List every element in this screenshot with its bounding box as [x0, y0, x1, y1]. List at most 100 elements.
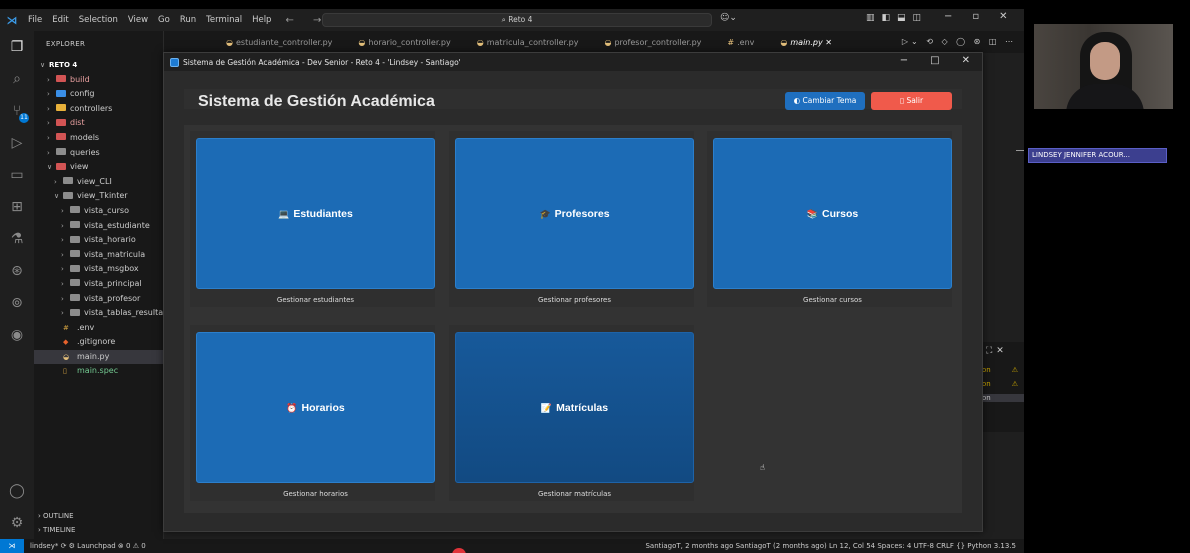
extensions-icon[interactable]: ⊞ [7, 197, 27, 217]
account-icon[interactable]: ◯ [7, 481, 27, 501]
module-icon: 💻 [278, 209, 290, 219]
menu-item-run[interactable]: Run [180, 15, 196, 25]
problem-row[interactable]: on [980, 394, 1024, 402]
module-button-label: Estudiantes [293, 208, 353, 220]
remote-indicator-icon[interactable]: ⋊ [0, 539, 24, 553]
layout-left-icon[interactable]: ◧ [882, 13, 891, 23]
tree-item[interactable]: ∨ view_Tkinter [34, 189, 163, 204]
menu-item-view[interactable]: View [128, 15, 148, 25]
menu-bar: File Edit Selection View Go Run Terminal Help [28, 15, 271, 25]
module-button[interactable]: ⏰ Horarios [196, 332, 435, 483]
restore-icon[interactable]: ▫ [972, 11, 979, 22]
tree-item[interactable]: › view_CLI [34, 175, 163, 190]
tree-item[interactable]: › dist [34, 116, 163, 131]
menu-item-file[interactable]: File [28, 15, 42, 25]
editor-tab[interactable]: ◒ profesor_controller.py [604, 38, 701, 47]
outline-label: OUTLINE [43, 512, 74, 520]
menu-item-go[interactable]: Go [158, 15, 170, 25]
tree-item-label: vista_profesor [84, 293, 141, 303]
menu-item-edit[interactable]: Edit [52, 15, 68, 25]
exit-button[interactable]: ▯ Salir [871, 92, 952, 110]
outline-section[interactable]: › OUTLINE [34, 512, 163, 520]
remote-explorer-icon[interactable]: ▭ [7, 165, 27, 185]
layout-sidebar-icon[interactable]: ▥ [866, 13, 875, 23]
problem-row[interactable]: on ⚠ [980, 380, 1024, 388]
tree-item[interactable]: › build [34, 73, 163, 88]
tree-item[interactable]: › vista_curso [34, 204, 163, 219]
problem-row[interactable]: on ⚠ [980, 366, 1024, 374]
screen: ⋊ File Edit Selection View Go Run Terminal Help… [0, 0, 1190, 553]
tree-item[interactable]: › vista_matricula [34, 248, 163, 263]
timeline-section[interactable]: › TIMELINE [34, 526, 163, 534]
chevron-right-icon: › [61, 206, 64, 215]
tree-item[interactable]: › models [34, 131, 163, 146]
python-file-icon: ◒ [226, 37, 233, 47]
module-description: Gestionar cursos [803, 296, 862, 304]
tree-item[interactable]: ◒ main.py [34, 349, 163, 365]
module-button-label: Matrículas [556, 402, 609, 414]
tree-item-label: build [70, 74, 90, 84]
settings-gear-icon[interactable]: ⚙ [7, 513, 27, 533]
status-left[interactable]: lindsey* ⟳ ⚙ Launchpad ⊗ 0 ⚠ 0 [30, 539, 146, 553]
layout-right-icon[interactable]: ◫ [913, 13, 922, 23]
module-button[interactable]: 💻 Estudiantes [196, 138, 435, 289]
editor-tab[interactable]: # .env [727, 38, 754, 47]
tree-item[interactable]: ◆ .gitignore [34, 335, 163, 350]
layout-panel-icon[interactable]: ⬓ [897, 13, 906, 23]
tree-item[interactable]: ▯ main.spec [34, 364, 163, 379]
run-debug-icon[interactable]: ▷ [7, 133, 27, 153]
editor-actions[interactable]: ▷⌄ ⟲ ◇ ◯ ⊛ ◫ ⋯ [902, 37, 1016, 46]
folder-icon [70, 264, 80, 272]
editor-tab[interactable]: ◒ estudiante_controller.py [226, 38, 332, 47]
menu-item-help[interactable]: Help [252, 15, 271, 25]
menu-item-selection[interactable]: Selection [79, 15, 118, 25]
source-control-icon[interactable]: ⑂ 11 [7, 101, 29, 123]
tree-item-label: vista_principal [84, 278, 142, 288]
module-button[interactable]: 📝 Matrículas [455, 332, 694, 483]
module-button[interactable]: 📚 Cursos [713, 138, 952, 289]
module-card-4: ⏰ Horarios Gestionar horarios [190, 325, 435, 501]
warning-icon: ⚠ [1011, 366, 1018, 374]
person-face [1090, 42, 1120, 80]
tree-item[interactable]: › vista_estudiante [34, 219, 163, 234]
tree-item-label: vista_estudiante [84, 220, 150, 230]
command-center-search[interactable]: ⌕ Reto 4 [322, 13, 712, 27]
tree-item[interactable]: › vista_principal [34, 277, 163, 292]
minimize-icon[interactable]: − [944, 11, 952, 22]
app-minimize-icon[interactable]: − [900, 55, 908, 66]
chevron-right-icon: › [47, 133, 50, 142]
tree-item[interactable]: › controllers [34, 102, 163, 117]
change-theme-button[interactable]: ◐ Cambiar Tema [785, 92, 865, 110]
app-close-icon[interactable]: ✕ [962, 55, 970, 66]
tree-item[interactable]: › vista_profesor [34, 292, 163, 307]
module-button[interactable]: 🎓 Profesores [455, 138, 694, 289]
copilot-icon[interactable]: ☺⌄ [720, 13, 737, 23]
status-right[interactable]: SantiagoT, 2 months ago SantiagoT (2 mon… [645, 539, 1016, 553]
tab-close-icon[interactable]: ✕ [823, 38, 832, 47]
search-icon[interactable]: ⌕ [7, 69, 27, 89]
docker-icon[interactable]: ⊚ [7, 293, 27, 313]
git-graph-icon[interactable]: ⊛ [7, 261, 27, 281]
tree-item[interactable]: ∨ view [34, 160, 163, 175]
tree-item[interactable]: › queries [34, 146, 163, 161]
tree-item-label: models [70, 132, 100, 142]
panel-tools[interactable]: ⛶✕ [986, 346, 1008, 356]
testing-icon[interactable]: ⚗ [7, 229, 27, 249]
github-icon[interactable]: ◉ [7, 325, 27, 345]
tree-item-label: view_CLI [77, 176, 112, 186]
explorer-icon[interactable]: ❐ [7, 37, 27, 57]
python-file-icon: ◒ [604, 37, 612, 47]
tree-item[interactable]: › vista_msgbox [34, 262, 163, 277]
tree-item[interactable]: # .env [34, 321, 163, 336]
editor-tab[interactable]: ◒ matricula_controller.py [477, 38, 579, 47]
tree-item[interactable]: › vista_horario [34, 233, 163, 248]
problem-row-text: on [982, 394, 991, 402]
editor-tab[interactable]: ◒ main.py ✕ [780, 38, 832, 47]
tree-item[interactable]: › vista_tablas_resultados [34, 306, 163, 321]
tree-item[interactable]: › config [34, 87, 163, 102]
app-maximize-icon[interactable]: □ [930, 55, 939, 66]
menu-item-terminal[interactable]: Terminal [206, 15, 242, 25]
close-icon[interactable]: ✕ [999, 11, 1007, 22]
tree-item[interactable]: ∨ RETO 4 [34, 58, 163, 73]
editor-tab[interactable]: ◒ horario_controller.py [358, 38, 450, 47]
